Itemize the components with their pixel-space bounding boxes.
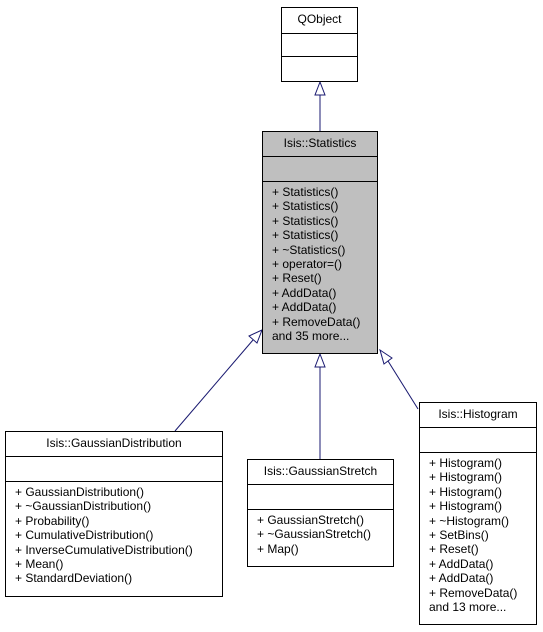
member: + ~GaussianDistribution() (15, 499, 152, 514)
class-node-gaussian-distribution[interactable]: Isis::GaussianDistribution + GaussianDis… (5, 431, 223, 597)
class-node-qobject[interactable]: QObject (281, 7, 358, 82)
arrowhead-statistics-left (248, 329, 263, 344)
member: + Probability() (15, 513, 90, 528)
attributes-section (263, 157, 377, 182)
member: + CumulativeDistribution() (15, 528, 154, 543)
member: + AddData() (272, 285, 337, 300)
member: + StandardDeviation() (15, 571, 133, 586)
class-node-histogram[interactable]: Isis::Histogram + Histogram() + Histogra… (419, 402, 537, 625)
attributes-section (248, 485, 393, 510)
operations-section: + Statistics() + Statistics() + Statisti… (263, 182, 377, 343)
class-name: Isis::GaussianDistribution (6, 432, 222, 457)
attributes-section (420, 428, 536, 453)
member: + Histogram() (429, 456, 503, 470)
member: + Statistics() (272, 213, 339, 228)
member: + Statistics() (272, 228, 339, 243)
member: + AddData() (429, 556, 494, 571)
edge-histogram-statistics (387, 360, 419, 410)
class-name: QObject (282, 8, 357, 34)
member: + ~GaussianStretch() (257, 527, 372, 542)
arrowhead-statistics-center (314, 352, 326, 368)
member: + ~Statistics() (272, 242, 346, 257)
class-name: Isis::Histogram (420, 403, 536, 428)
operations-section: + GaussianDistribution() + ~GaussianDist… (6, 482, 222, 586)
arrowhead-statistics-right (379, 348, 393, 365)
member: + SetBins() (429, 528, 489, 543)
attributes-section (282, 34, 357, 57)
member: + operator=() (272, 257, 343, 272)
member: + RemoveData() (429, 585, 518, 600)
member: + Statistics() (272, 185, 339, 199)
more-members-link[interactable]: and 35 more... (272, 329, 377, 343)
member: + Reset() (429, 542, 479, 557)
member: + Reset() (272, 271, 322, 286)
member: + Map() (257, 541, 299, 556)
member: + Mean() (15, 557, 64, 572)
member: + Statistics() (272, 199, 339, 214)
member: + Histogram() (429, 499, 503, 514)
member: + Histogram() (429, 484, 503, 499)
member: + AddData() (429, 571, 494, 586)
operations-section (282, 57, 357, 60)
member: + GaussianStretch() (257, 513, 365, 527)
operations-section: + Histogram() + Histogram() + Histogram(… (420, 453, 536, 614)
class-node-statistics[interactable]: Isis::Statistics + Statistics() + Statis… (262, 131, 378, 354)
arrowhead-qobject (314, 80, 326, 96)
class-name: Isis::Statistics (263, 132, 377, 157)
class-node-gaussian-stretch[interactable]: Isis::GaussianStretch + GaussianStretch(… (247, 459, 394, 567)
attributes-section (6, 457, 222, 482)
member: + InverseCumulativeDistribution() (15, 542, 193, 557)
member: + Histogram() (429, 470, 503, 485)
class-name: Isis::GaussianStretch (248, 460, 393, 485)
member: + GaussianDistribution() (15, 485, 145, 499)
member: + ~Histogram() (429, 513, 510, 528)
operations-section: + GaussianStretch() + ~GaussianStretch()… (248, 510, 393, 556)
member: + AddData() (272, 300, 337, 315)
more-members-link[interactable]: and 13 more... (429, 600, 536, 614)
edge-gaussiandistribution-statistics (174, 339, 254, 432)
member: + RemoveData() (272, 314, 361, 329)
